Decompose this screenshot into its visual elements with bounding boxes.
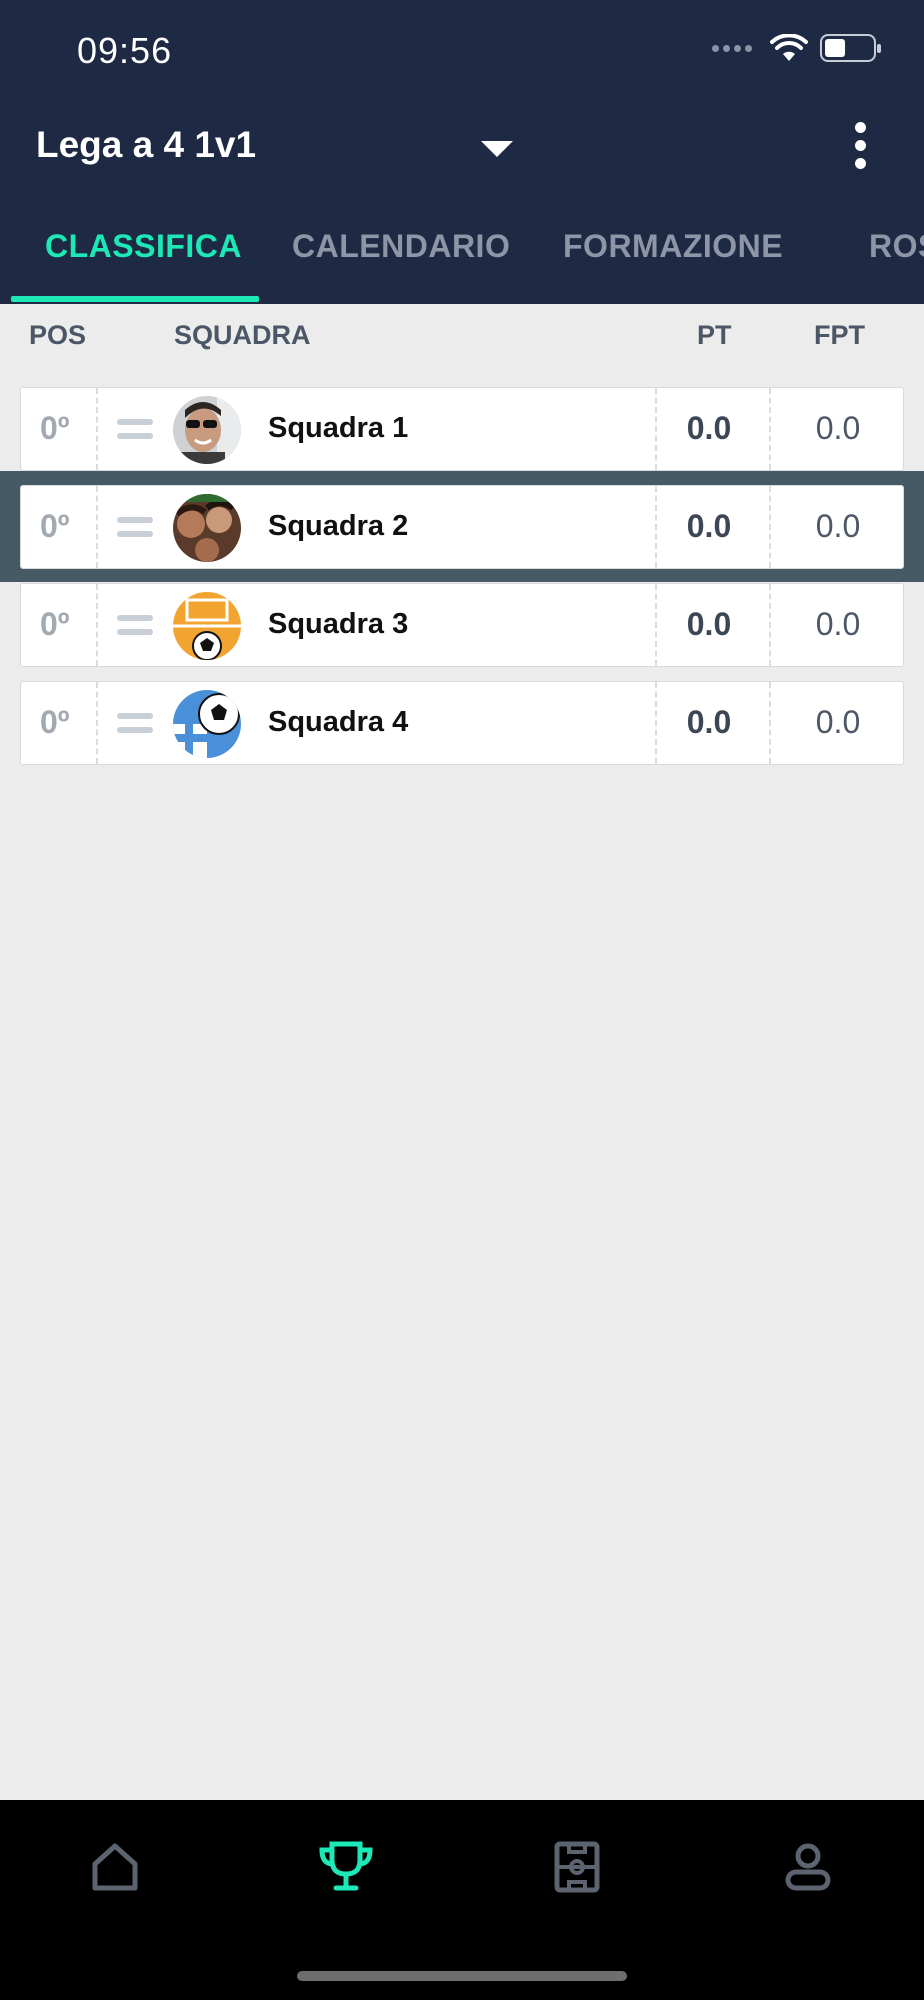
tab-formazione[interactable]: FORMAZIONE — [563, 228, 783, 265]
team-avatar — [173, 592, 241, 660]
team-avatar — [173, 494, 241, 562]
field-icon[interactable] — [547, 1836, 607, 1896]
team-name: Squadra 1 — [268, 412, 409, 444]
header-pt: PT — [697, 320, 732, 350]
trend-equal-icon — [117, 419, 153, 447]
league-title[interactable]: Lega a 4 1v1 — [36, 124, 256, 166]
bottom-navigation — [0, 1800, 924, 2000]
standings-row[interactable]: 0º Squadra 1 0.0 0.0 — [20, 387, 904, 471]
team-fantasy-points: 0.0 — [815, 508, 861, 544]
more-vertical-icon[interactable] — [855, 122, 866, 169]
row-position: 0º — [40, 704, 70, 740]
team-points: 0.0 — [686, 606, 732, 642]
status-icons — [712, 34, 881, 62]
wifi-icon — [770, 34, 808, 61]
tab-rosa[interactable]: ROS — [869, 228, 924, 265]
trend-equal-icon — [117, 615, 153, 643]
signal-icon — [712, 44, 752, 52]
header-fpt: FPT — [814, 320, 865, 350]
team-avatar — [173, 690, 241, 758]
team-fantasy-points: 0.0 — [815, 606, 861, 642]
team-points: 0.0 — [686, 410, 732, 446]
team-fantasy-points: 0.0 — [815, 704, 861, 740]
trend-equal-icon — [117, 713, 153, 741]
row-position: 0º — [40, 410, 70, 446]
tab-bar: CLASSIFICA CALENDARIO FORMAZIONE ROS — [0, 214, 924, 304]
team-name: Squadra 4 — [268, 706, 409, 738]
team-points: 0.0 — [686, 508, 732, 544]
row-position: 0º — [40, 508, 70, 544]
team-fantasy-points: 0.0 — [815, 410, 861, 446]
trophy-icon[interactable] — [316, 1836, 376, 1896]
active-tab-indicator — [11, 296, 259, 302]
standings-row[interactable]: 0º Squadra 4 0.0 0.0 — [20, 681, 904, 765]
team-name: Squadra 2 — [268, 510, 409, 542]
standings-row[interactable]: 0º Squadra 2 0.0 0.0 — [20, 485, 904, 569]
tab-calendario[interactable]: CALENDARIO — [292, 228, 510, 265]
profile-icon[interactable] — [778, 1836, 838, 1896]
row-position: 0º — [40, 606, 70, 642]
team-points: 0.0 — [686, 704, 732, 740]
trend-equal-icon — [117, 517, 153, 545]
header-team: SQUADRA — [174, 320, 311, 350]
caret-down-icon[interactable] — [481, 141, 513, 157]
standings-header: POS SQUADRA PT FPT — [0, 312, 924, 364]
battery-icon — [820, 34, 881, 62]
app-header: 09:56 Lega a 4 1v1 CLASSIFICA CALENDARIO… — [0, 0, 924, 304]
home-icon[interactable] — [85, 1836, 145, 1896]
status-time: 09:56 — [77, 30, 173, 71]
team-name: Squadra 3 — [268, 608, 409, 640]
header-pos: POS — [29, 320, 87, 350]
tab-classifica[interactable]: CLASSIFICA — [45, 228, 242, 265]
home-indicator[interactable] — [297, 1971, 627, 1981]
standings-row[interactable]: 0º Squadra 3 0.0 0.0 — [20, 583, 904, 667]
team-avatar — [173, 396, 241, 464]
